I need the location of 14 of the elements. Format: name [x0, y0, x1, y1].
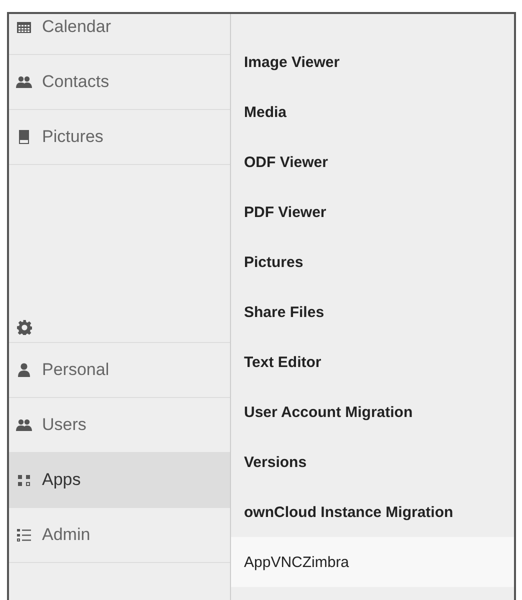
person-icon: [16, 362, 32, 378]
nav-item[interactable]: Personal: [9, 342, 230, 398]
nav-item[interactable]: Contacts: [9, 55, 230, 110]
calendar-icon: [16, 19, 32, 35]
settings-icon[interactable]: [17, 320, 32, 335]
nav-item[interactable]: Apps: [9, 452, 230, 508]
people-icon: [16, 416, 32, 433]
people-icon: [16, 74, 32, 90]
nav-item[interactable]: Calendar: [9, 14, 230, 55]
app-item[interactable]: AppVNCZimbra: [231, 537, 514, 587]
image-icon: [16, 129, 32, 145]
nav-item[interactable]: Pictures: [9, 110, 230, 165]
list-icon: [16, 526, 32, 543]
nav-item[interactable]: Admin: [9, 508, 230, 563]
